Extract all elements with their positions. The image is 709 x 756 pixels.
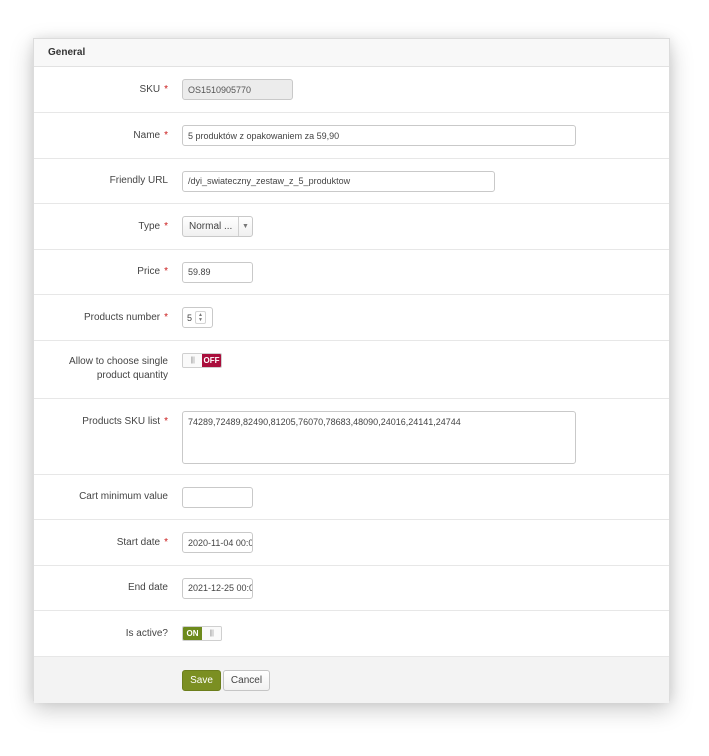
- type-select[interactable]: Normal ... ▼: [182, 216, 253, 237]
- sku-list-row: Products SKU list * 74289,72489,82490,812…: [34, 399, 669, 475]
- start-date-row: Start date * 2020-11-04 00:0: [34, 520, 669, 566]
- friendly-url-row: Friendly URL /dyi_swiateczny_zestaw_z_5_…: [34, 159, 669, 204]
- is-active-toggle[interactable]: ON |||: [182, 626, 222, 641]
- products-number-row: Products number * 5 ▲ ▼: [34, 295, 669, 341]
- is-active-label: Is active?: [125, 627, 168, 639]
- end-date-row: End date 2021-12-25 00:0: [34, 566, 669, 611]
- sku-list-textarea[interactable]: 74289,72489,82490,81205,76070,78683,4809…: [182, 411, 576, 464]
- cart-min-label: Cart minimum value: [79, 491, 168, 502]
- price-row: Price * 59.89: [34, 250, 669, 295]
- is-active-row: Is active? ON |||: [34, 611, 669, 657]
- cart-min-row: Cart minimum value: [34, 475, 669, 520]
- required-marker: *: [164, 129, 168, 141]
- allow-single-row: Allow to choose single product quantity …: [34, 341, 669, 399]
- products-number-value: 5: [187, 312, 193, 323]
- sku-input[interactable]: OS1510905770: [182, 79, 293, 100]
- general-panel: General SKU * OS1510905770 Name * 5 produk…: [33, 38, 670, 703]
- allow-single-toggle[interactable]: ||| OFF: [182, 353, 222, 368]
- products-number-stepper[interactable]: 5 ▲ ▼: [182, 307, 213, 328]
- required-marker: *: [164, 311, 168, 323]
- sku-list-label: Products SKU list *: [82, 416, 168, 427]
- name-row: Name * 5 produktów z opakowaniem za 59,90: [34, 113, 669, 159]
- name-input[interactable]: 5 produktów z opakowaniem za 59,90: [182, 125, 576, 146]
- allow-single-label: Allow to choose single product quantity: [69, 356, 168, 381]
- start-date-input[interactable]: 2020-11-04 00:0: [182, 532, 253, 553]
- cancel-button[interactable]: Cancel: [223, 669, 270, 691]
- spinner-icon[interactable]: ▲ ▼: [195, 311, 207, 324]
- price-input[interactable]: 59.89: [182, 261, 253, 283]
- chevron-down-icon[interactable]: ▼: [238, 217, 252, 236]
- products-number-label: Products number *: [83, 311, 168, 323]
- friendly-url-label: Friendly URL: [109, 175, 168, 186]
- start-date-label: Start date *: [116, 536, 168, 548]
- end-date-label: End date: [127, 582, 168, 593]
- toggle-state: OFF: [202, 354, 221, 367]
- required-marker: *: [164, 536, 168, 548]
- toggle-grip-icon: |||: [183, 354, 202, 367]
- type-row: Type * Normal ... ▼: [34, 204, 669, 250]
- name-label: Name *: [133, 129, 168, 141]
- required-marker: *: [164, 266, 168, 277]
- toggle-grip-icon: |||: [202, 627, 221, 640]
- toggle-state: ON: [183, 627, 202, 640]
- price-label: Price *: [137, 266, 168, 277]
- form-actions: Save Cancel: [34, 657, 669, 703]
- save-button[interactable]: Save: [182, 669, 221, 691]
- cart-min-input[interactable]: [182, 486, 253, 508]
- required-marker: *: [164, 416, 168, 427]
- required-marker: *: [164, 83, 168, 95]
- sku-label: SKU *: [139, 83, 168, 95]
- sku-row: SKU * OS1510905770: [34, 67, 669, 113]
- end-date-input[interactable]: 2021-12-25 00:0: [182, 577, 253, 599]
- panel-title: General: [34, 39, 669, 67]
- friendly-url-input[interactable]: /dyi_swiateczny_zestaw_z_5_produktow: [182, 170, 495, 192]
- type-selected-value: Normal ...: [189, 221, 233, 232]
- required-marker: *: [164, 220, 168, 232]
- type-label: Type *: [138, 220, 168, 232]
